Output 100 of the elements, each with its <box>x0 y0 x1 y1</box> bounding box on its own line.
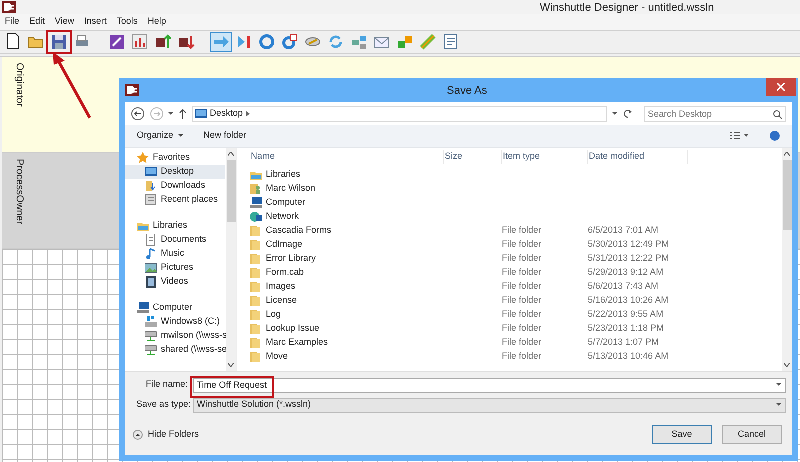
help-icon[interactable] <box>770 131 780 141</box>
nav-item[interactable]: Videos <box>125 275 225 289</box>
file-name[interactable]: Lookup Issue <box>266 322 320 336</box>
document-icon <box>145 234 157 246</box>
address-path: Desktop <box>210 106 244 120</box>
file-name[interactable]: Cascadia Forms <box>266 224 332 238</box>
file-name-label: File name: <box>144 378 189 392</box>
caret-icon[interactable] <box>168 112 174 116</box>
download-icon <box>177 33 195 51</box>
file-name[interactable]: Computer <box>266 196 306 210</box>
file-name[interactable]: Marc Wilson <box>266 182 316 196</box>
menu-item[interactable]: File <box>2 15 23 29</box>
menu-item[interactable]: View <box>52 15 78 29</box>
nav-item[interactable]: Recent places <box>125 193 225 207</box>
menu-item[interactable]: Edit <box>26 15 48 29</box>
column-header[interactable]: Size <box>444 150 502 164</box>
scrollbar[interactable] <box>782 148 792 371</box>
date-modified: 5/23/2013 1:18 PM <box>588 322 666 336</box>
file-name[interactable]: License <box>266 294 298 308</box>
menu-item[interactable]: Tools <box>114 15 141 29</box>
address-bar[interactable]: Desktop <box>192 106 608 122</box>
file-name[interactable]: Network <box>266 210 300 224</box>
branch-icon <box>350 33 368 51</box>
user-folder-icon <box>250 183 262 195</box>
column-header[interactable]: Date modified <box>588 150 688 164</box>
column-header[interactable]: Item type <box>502 150 588 164</box>
date-modified: 5/7/2013 1:07 PM <box>588 336 660 350</box>
file-name[interactable]: Images <box>266 280 296 294</box>
scrollbar[interactable] <box>226 148 236 371</box>
file-name[interactable]: Libraries <box>266 168 301 182</box>
network-drive-icon <box>145 344 157 356</box>
scroll-thumb[interactable] <box>226 160 236 222</box>
file-name[interactable]: Form.cab <box>266 266 304 280</box>
file-name[interactable]: CdImage <box>266 238 303 252</box>
file-name[interactable]: Log <box>266 308 282 322</box>
nav-item[interactable]: Pictures <box>125 261 225 275</box>
refresh-icon[interactable] <box>623 108 633 118</box>
scroll-down-icon <box>228 363 234 367</box>
nav-group-label[interactable]: Computer <box>153 301 193 315</box>
cycle-icon <box>327 33 345 51</box>
file-name[interactable]: Error Library <box>266 252 316 266</box>
organize-menu[interactable]: Organize <box>137 129 184 143</box>
upload-icon <box>154 33 172 51</box>
nav-item[interactable]: Documents <box>125 233 225 247</box>
date-modified: 5/22/2013 9:55 AM <box>588 308 665 322</box>
item-type: File folder <box>502 238 543 252</box>
menu-item[interactable]: Insert <box>81 15 110 29</box>
nav-item[interactable]: shared (\\wss-se <box>125 343 225 357</box>
date-modified: 5/16/2013 10:26 AM <box>588 294 670 308</box>
nav-item[interactable]: Desktop <box>125 165 225 179</box>
item-type: File folder <box>502 322 543 336</box>
arrow-right-icon <box>212 33 230 51</box>
folder-icon <box>250 267 262 279</box>
column-header[interactable]: Name <box>250 150 444 164</box>
scroll-up-icon <box>784 152 790 156</box>
date-modified: 5/29/2013 9:12 AM <box>588 266 665 280</box>
folder-icon <box>250 239 262 251</box>
save-button[interactable]: Save <box>652 425 712 444</box>
nav-item[interactable]: Windows8 (C:) <box>125 315 225 329</box>
nav-item[interactable]: mwilson (\\wss-s <box>125 329 225 343</box>
network-icon <box>250 211 262 223</box>
file-name[interactable]: Move <box>266 350 288 364</box>
nav-item[interactable]: Music <box>125 247 225 261</box>
computer-icon <box>137 302 149 314</box>
file-name[interactable]: Marc Examples <box>266 336 328 350</box>
drive-icon <box>145 316 157 328</box>
dropdown-caret-icon[interactable] <box>612 112 618 116</box>
back-icon[interactable] <box>131 106 145 120</box>
item-type: File folder <box>502 308 543 322</box>
desktop-icon <box>145 166 157 178</box>
search-field[interactable]: Search Desktop <box>644 106 786 122</box>
collapse-icon <box>133 430 143 440</box>
form-icon <box>442 33 460 51</box>
date-modified: 5/30/2013 12:49 PM <box>588 238 670 252</box>
search-icon <box>772 110 782 118</box>
computer-icon <box>250 197 262 209</box>
desktop-icon <box>195 109 208 118</box>
view-options-icon[interactable] <box>730 132 750 140</box>
caret-icon <box>178 134 184 138</box>
window-title: Winshuttle Designer - untitled.wssln <box>540 2 714 14</box>
scroll-thumb[interactable] <box>782 160 792 230</box>
up-arrow-icon[interactable] <box>179 108 188 118</box>
hide-folders-button[interactable]: Hide Folders <box>133 428 200 442</box>
nav-group-label[interactable]: Favorites <box>153 151 190 165</box>
save-type-dropdown[interactable]: Winshuttle Solution (*.wssln) <box>193 398 786 412</box>
menu-item[interactable]: Help <box>144 15 170 29</box>
nav-group-label[interactable]: Libraries <box>153 219 188 233</box>
music-note-icon <box>145 248 157 260</box>
date-modified: 5/6/2013 7:43 AM <box>588 280 660 294</box>
new-folder-button[interactable]: New folder <box>204 129 247 143</box>
cancel-button[interactable]: Cancel <box>722 425 782 444</box>
ruler-icon <box>419 33 437 51</box>
folder-icon <box>250 253 262 265</box>
library-icon <box>250 169 262 181</box>
nav-item[interactable]: Downloads <box>125 179 225 193</box>
close-button[interactable] <box>766 78 796 96</box>
pencil-icon <box>108 33 126 51</box>
step-icon <box>235 33 253 51</box>
save-type-value: Winshuttle Solution (*.wssln) <box>197 398 312 412</box>
file-name-field[interactable]: Time Off Request <box>193 378 786 392</box>
